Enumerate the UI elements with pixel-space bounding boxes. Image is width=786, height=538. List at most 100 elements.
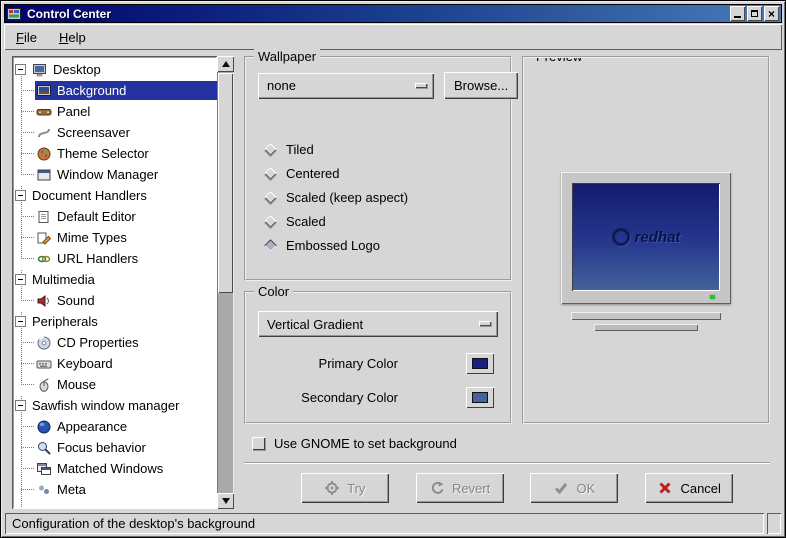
monitor-keyboard bbox=[571, 312, 721, 320]
monitor-base bbox=[594, 324, 698, 331]
redhat-logo-text: redhat bbox=[635, 229, 681, 246]
tree-item-meta[interactable]: Meta bbox=[12, 479, 217, 500]
primary-color-button[interactable] bbox=[466, 353, 494, 374]
focus-behavior-icon bbox=[36, 440, 52, 456]
arrow-down-icon bbox=[222, 498, 230, 504]
tree-item-focus-behavior[interactable]: Focus behavior bbox=[12, 437, 217, 458]
color-group: Color Vertical Gradient Primary Color bbox=[244, 291, 512, 424]
preview-monitor: redhat bbox=[561, 172, 731, 304]
ok-button[interactable]: OK bbox=[530, 473, 618, 503]
app-icon bbox=[7, 7, 21, 21]
tree-item-appearance[interactable]: Appearance bbox=[12, 416, 217, 437]
close-icon: × bbox=[768, 8, 775, 20]
window-title: Control Center bbox=[25, 7, 726, 21]
tree-item-keyboard[interactable]: Keyboard bbox=[12, 353, 217, 374]
minimize-button[interactable] bbox=[730, 6, 745, 21]
control-center-window: Control Center × File Help Desktop bbox=[0, 0, 786, 538]
secondary-color-label: Secondary Color bbox=[301, 390, 398, 405]
collapse-toggle-icon[interactable] bbox=[15, 64, 26, 75]
use-gnome-label: Use GNOME to set background bbox=[274, 436, 457, 451]
use-gnome-checkbox[interactable] bbox=[252, 437, 265, 450]
tree-item-background[interactable]: Background bbox=[12, 80, 217, 101]
gradient-dropdown[interactable]: Vertical Gradient bbox=[258, 311, 498, 337]
tree-item-matched-windows[interactable]: Matched Windows bbox=[12, 458, 217, 479]
redhat-logo-icon bbox=[612, 228, 630, 246]
matched-windows-icon bbox=[36, 461, 52, 477]
secondary-color-button[interactable] bbox=[466, 387, 494, 408]
wallpaper-file-dropdown[interactable]: none bbox=[258, 73, 434, 99]
menu-help[interactable]: Help bbox=[51, 27, 94, 48]
tree-scrollbar[interactable] bbox=[217, 56, 234, 509]
gradient-value: Vertical Gradient bbox=[267, 317, 363, 332]
tree-item-sound[interactable]: Sound bbox=[12, 290, 217, 311]
resize-grip[interactable] bbox=[767, 513, 781, 534]
collapse-toggle-icon[interactable] bbox=[15, 190, 26, 201]
tree-item-screensaver[interactable]: Screensaver bbox=[12, 122, 217, 143]
menubar: File Help bbox=[4, 24, 782, 50]
scroll-down-button[interactable] bbox=[217, 493, 234, 509]
radio-indicator-icon bbox=[264, 167, 277, 180]
menu-file[interactable]: File bbox=[8, 27, 45, 48]
tree-item-peripherals[interactable]: Peripherals bbox=[12, 311, 217, 332]
power-led-icon bbox=[710, 295, 715, 299]
gear-icon bbox=[324, 480, 340, 496]
default-editor-icon bbox=[36, 209, 52, 225]
radio-indicator-icon bbox=[264, 215, 277, 228]
sound-icon bbox=[36, 293, 52, 309]
tree-item-desktop[interactable]: Desktop bbox=[12, 59, 217, 80]
tree-item-url-handlers[interactable]: URL Handlers bbox=[12, 248, 217, 269]
scrollbar-track[interactable] bbox=[217, 72, 234, 493]
scroll-up-button[interactable] bbox=[217, 56, 234, 72]
tree-item-multimedia[interactable]: Multimedia bbox=[12, 269, 217, 290]
background-icon bbox=[36, 83, 52, 99]
mouse-icon bbox=[36, 377, 52, 393]
tree-item-document-handlers[interactable]: Document Handlers bbox=[12, 185, 217, 206]
main-content: Desktop Background Panel bbox=[4, 50, 782, 509]
primary-color-swatch bbox=[472, 358, 488, 369]
tree-item-mouse[interactable]: Mouse bbox=[12, 374, 217, 395]
tree-item-sawfish-window-manager[interactable]: Sawfish window manager bbox=[12, 395, 217, 416]
tree-item-panel[interactable]: Panel bbox=[12, 101, 217, 122]
maximize-button[interactable] bbox=[747, 6, 762, 21]
use-gnome-row[interactable]: Use GNOME to set background bbox=[252, 436, 770, 451]
radio-indicator-icon bbox=[264, 143, 277, 156]
titlebar[interactable]: Control Center × bbox=[4, 4, 782, 23]
primary-color-label: Primary Color bbox=[319, 356, 398, 371]
radio-embossed-logo[interactable]: Embossed Logo bbox=[264, 233, 498, 257]
collapse-toggle-icon[interactable] bbox=[15, 274, 26, 285]
collapse-toggle-icon[interactable] bbox=[15, 400, 26, 411]
tree-connector bbox=[15, 164, 35, 185]
tree-item-theme-selector[interactable]: Theme Selector bbox=[12, 143, 217, 164]
minimize-icon bbox=[734, 16, 741, 18]
radio-scaled[interactable]: Scaled bbox=[264, 209, 498, 233]
radio-centered[interactable]: Centered bbox=[264, 161, 498, 185]
browse-button[interactable]: Browse... bbox=[444, 72, 518, 99]
cancel-button[interactable]: Cancel bbox=[645, 473, 733, 503]
color-group-label: Color bbox=[254, 284, 293, 299]
close-button[interactable]: × bbox=[764, 6, 779, 21]
tree-item-mime-types[interactable]: Mime Types bbox=[12, 227, 217, 248]
collapse-toggle-icon[interactable] bbox=[15, 316, 26, 327]
scrollbar-thumb[interactable] bbox=[218, 73, 233, 293]
revert-arrow-icon bbox=[429, 480, 445, 496]
status-text: Configuration of the desktop's backgroun… bbox=[5, 513, 764, 534]
tree-connector bbox=[15, 353, 35, 374]
radio-tiled[interactable]: Tiled bbox=[264, 137, 498, 161]
settings-area: Wallpaper none Browse... Tiled bbox=[244, 56, 776, 509]
statusbar: Configuration of the desktop's backgroun… bbox=[4, 513, 782, 534]
tree-item-window-manager[interactable]: Window Manager bbox=[12, 164, 217, 185]
url-handlers-icon bbox=[36, 251, 52, 267]
red-x-icon bbox=[657, 480, 673, 496]
tree-connector bbox=[15, 122, 35, 143]
radio-scaled-keep-aspect[interactable]: Scaled (keep aspect) bbox=[264, 185, 498, 209]
preview-group-label: Preview bbox=[532, 56, 586, 64]
revert-button[interactable]: Revert bbox=[416, 473, 504, 503]
wallpaper-group: Wallpaper none Browse... Tiled bbox=[244, 56, 512, 281]
tree-connector bbox=[15, 458, 35, 479]
check-icon bbox=[553, 480, 569, 496]
wallpaper-mode-radios: Tiled Centered Scaled (keep aspect) bbox=[258, 137, 498, 257]
keyboard-icon bbox=[36, 356, 52, 372]
tree-item-default-editor[interactable]: Default Editor bbox=[12, 206, 217, 227]
try-button[interactable]: Try bbox=[301, 473, 389, 503]
tree-item-cd-properties[interactable]: CD Properties bbox=[12, 332, 217, 353]
